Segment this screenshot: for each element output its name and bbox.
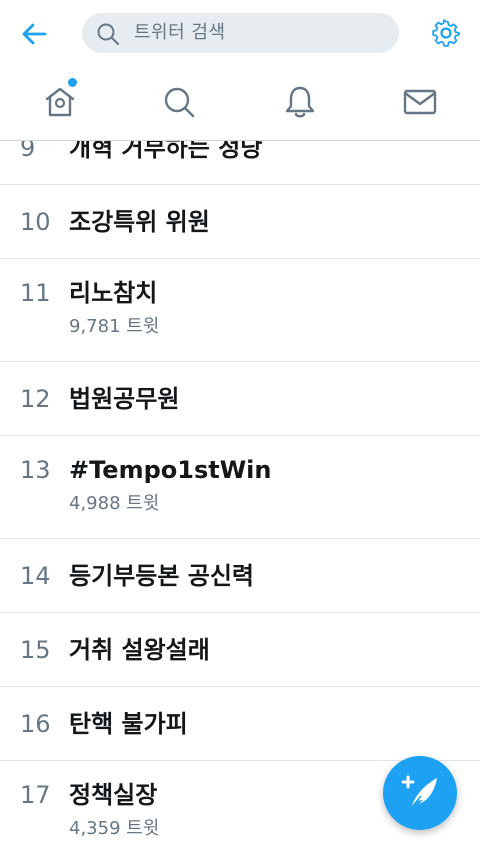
trend-rank: 12 bbox=[20, 385, 51, 413]
trend-rank: 16 bbox=[20, 710, 51, 738]
trend-tweet-count: 4,988 트윗 bbox=[69, 493, 160, 514]
trend-title: 등기부등본 공신력 bbox=[69, 562, 254, 590]
search-icon bbox=[96, 22, 120, 46]
compose-feather-icon bbox=[401, 775, 437, 809]
trend-rank: 14 bbox=[20, 562, 51, 590]
trend-title: 조강특위 위원 bbox=[69, 208, 210, 236]
trend-row[interactable]: 15 거취 설왕설래 bbox=[0, 613, 480, 687]
trend-row[interactable]: 9 개혁 거부하는 정당 bbox=[0, 141, 480, 185]
trends-list: 9 개혁 거부하는 정당 10 조강특위 위원 11 리노참치 9,781 트윗 12 법원공무… bbox=[0, 141, 480, 853]
trend-rank: 13 bbox=[20, 456, 51, 484]
trend-rank: 17 bbox=[20, 781, 51, 809]
tab-home[interactable] bbox=[42, 78, 78, 120]
trend-tweet-count: 9,781 트윗 bbox=[69, 316, 160, 337]
trend-row[interactable]: 11 리노참치 9,781 트윗 bbox=[0, 259, 480, 362]
trend-title: 정책실장 bbox=[69, 781, 158, 809]
tab-bar bbox=[0, 66, 480, 141]
tab-notifications[interactable] bbox=[282, 84, 318, 120]
back-arrow-icon[interactable] bbox=[18, 18, 50, 50]
tab-messages[interactable] bbox=[402, 84, 438, 120]
trend-title: 거취 설왕설래 bbox=[69, 636, 210, 664]
trend-rank: 11 bbox=[20, 279, 51, 307]
search-icon bbox=[164, 87, 195, 118]
trend-title: #Tempo1stWin bbox=[69, 456, 272, 484]
compose-tweet-button[interactable] bbox=[383, 756, 457, 830]
search-placeholder: 트위터 검색 bbox=[134, 22, 226, 43]
trend-row[interactable]: 12 법원공무원 bbox=[0, 362, 480, 436]
trend-rank: 9 bbox=[20, 141, 36, 162]
gear-icon[interactable] bbox=[430, 17, 462, 49]
trend-rank: 15 bbox=[20, 636, 51, 664]
trend-title: 리노참치 bbox=[69, 279, 158, 307]
trend-title: 법원공무원 bbox=[69, 385, 180, 413]
bell-icon bbox=[285, 86, 315, 118]
home-icon bbox=[45, 87, 75, 117]
trend-row[interactable]: 10 조강특위 위원 bbox=[0, 185, 480, 259]
top-bar: 트위터 검색 bbox=[0, 0, 480, 66]
trend-row[interactable]: 13 #Tempo1stWin 4,988 트윗 bbox=[0, 436, 480, 539]
notification-dot bbox=[68, 78, 77, 87]
trend-row[interactable]: 14 등기부등본 공신력 bbox=[0, 539, 480, 613]
tab-search[interactable] bbox=[161, 84, 197, 120]
trend-title: 개혁 거부하는 정당 bbox=[69, 141, 263, 162]
mail-icon bbox=[403, 89, 437, 115]
search-input[interactable]: 트위터 검색 bbox=[82, 13, 399, 53]
trend-tweet-count: 4,359 트윗 bbox=[69, 818, 160, 839]
trend-row[interactable]: 16 탄핵 불가피 bbox=[0, 687, 480, 761]
trend-rank: 10 bbox=[20, 208, 51, 236]
trend-title: 탄핵 불가피 bbox=[69, 710, 188, 738]
